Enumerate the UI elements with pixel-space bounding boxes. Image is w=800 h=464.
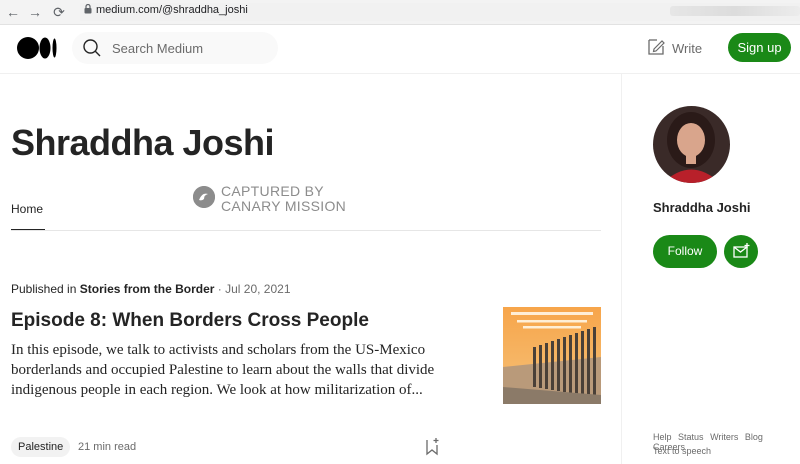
published-line: Published in Stories from the Border · J…: [11, 282, 291, 296]
url-text[interactable]: medium.com/@shraddha_joshi: [96, 4, 248, 16]
write-button[interactable]: Write: [672, 41, 702, 56]
blurred-toolbar-area: [670, 6, 800, 16]
sidebar-profile-name[interactable]: Shraddha Joshi: [653, 200, 751, 215]
lock-icon: [84, 3, 92, 17]
tabs-divider: [11, 230, 601, 231]
read-time: 21 min read: [78, 441, 137, 453]
follow-button[interactable]: Follow: [653, 235, 717, 268]
tab-home-underline: [11, 229, 45, 230]
sidebar-divider: [621, 73, 622, 464]
footer-help-link[interactable]: Help: [653, 432, 672, 442]
footer-blog-link[interactable]: Blog: [745, 432, 763, 442]
mail-plus-icon: [733, 243, 750, 258]
footer-text-to-speech-link[interactable]: Text to speech: [653, 446, 711, 456]
bookmark-add-icon[interactable]: [424, 436, 442, 456]
tag-palestine[interactable]: Palestine: [11, 437, 71, 457]
search-icon: [82, 38, 102, 58]
tab-home[interactable]: Home: [11, 202, 43, 216]
search-placeholder: Search Medium: [112, 41, 204, 56]
article-excerpt[interactable]: In this episode, we talk to activists an…: [11, 340, 481, 400]
write-icon[interactable]: [646, 37, 666, 57]
medium-logo[interactable]: [17, 36, 57, 60]
watermark-line-1: CAPTURED BY: [221, 183, 324, 199]
published-prefix: Published in: [11, 282, 77, 296]
watermark-line-2: CANARY MISSION: [221, 198, 347, 214]
publish-date: · Jul 20, 2021: [214, 282, 291, 296]
subscribe-email-button[interactable]: [724, 235, 758, 268]
profile-title: Shraddha Joshi: [11, 122, 275, 163]
forward-icon[interactable]: →: [26, 3, 44, 21]
reload-icon[interactable]: ⟳: [50, 3, 68, 21]
article-thumbnail[interactable]: [503, 307, 601, 404]
publication-link[interactable]: Stories from the Border: [80, 282, 215, 296]
back-icon[interactable]: ←: [4, 3, 22, 21]
article-title[interactable]: Episode 8: When Borders Cross People: [11, 310, 369, 332]
footer-status-link[interactable]: Status: [678, 432, 704, 442]
avatar[interactable]: [653, 106, 730, 183]
canary-mission-logo-icon: [193, 186, 215, 208]
sign-up-button[interactable]: Sign up: [728, 33, 791, 62]
footer-writers-link[interactable]: Writers: [710, 432, 738, 442]
